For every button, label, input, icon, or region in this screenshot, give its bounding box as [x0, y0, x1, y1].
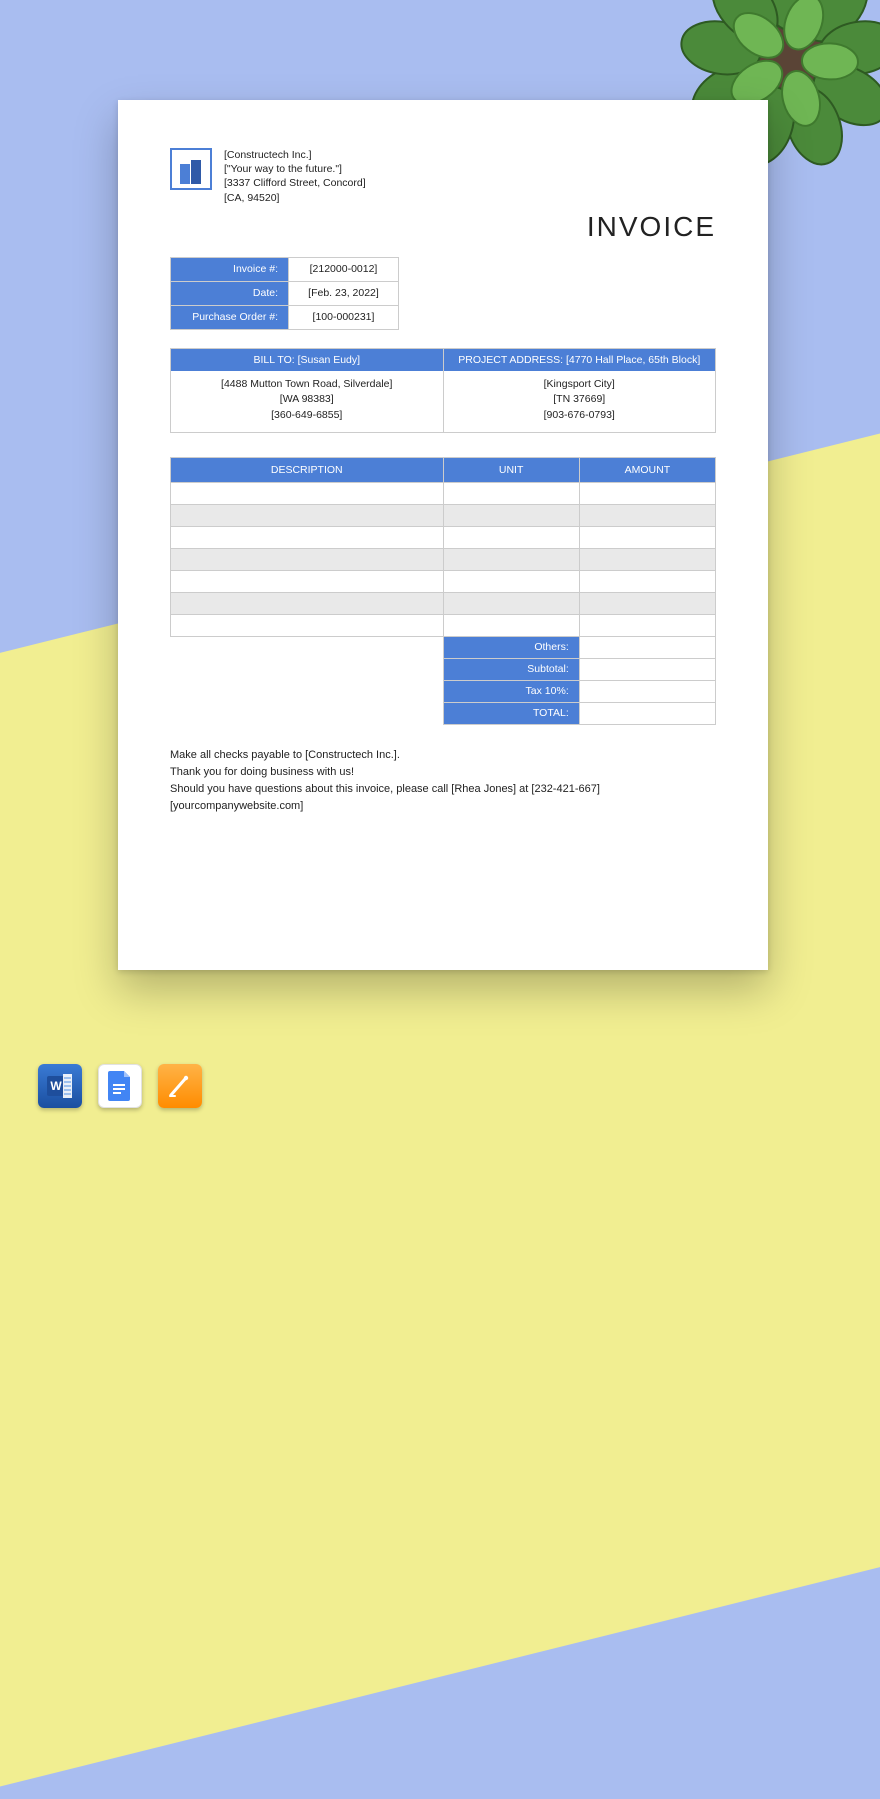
total-value: [579, 702, 715, 724]
project-header: PROJECT ADDRESS: [4770 Hall Place, 65th …: [444, 349, 716, 371]
company-street: [3337 Clifford Street, Concord]: [224, 176, 366, 190]
table-row: [171, 592, 716, 614]
po-value: [100-000231]: [289, 305, 399, 329]
footer-line2: Thank you for doing business with us!: [170, 764, 716, 781]
company-region: [CA, 94520]: [224, 191, 366, 205]
totals-row: Tax 10%:: [171, 680, 716, 702]
totals-row: Others:: [171, 636, 716, 658]
footer-line1: Make all checks payable to [Constructech…: [170, 747, 716, 764]
footer-line3: Should you have questions about this inv…: [170, 781, 716, 798]
footer-line4: [yourcompanywebsite.com]: [170, 798, 716, 815]
company-tagline: ["Your way to the future."]: [224, 162, 366, 176]
invoice-number-value: [212000-0012]: [289, 257, 399, 281]
table-row: [171, 504, 716, 526]
google-docs-icon[interactable]: [98, 1064, 142, 1108]
tax-label: Tax 10%:: [443, 680, 579, 702]
tax-value: [579, 680, 715, 702]
bill-to-block: BILL TO: [Susan Eudy] [4488 Mutton Town …: [171, 349, 444, 432]
others-label: Others:: [443, 636, 579, 658]
items-table: DESCRIPTION UNIT AMOUNT Others: Subtotal…: [170, 457, 716, 725]
company-name: [Constructech Inc.]: [224, 148, 366, 162]
col-description: DESCRIPTION: [171, 457, 444, 482]
subtotal-label: Subtotal:: [443, 658, 579, 680]
totals-row: Subtotal:: [171, 658, 716, 680]
invoice-sheet: [Constructech Inc.] ["Your way to the fu…: [118, 100, 768, 970]
table-row: [171, 482, 716, 504]
date-value: [Feb. 23, 2022]: [289, 281, 399, 305]
items-header-row: DESCRIPTION UNIT AMOUNT: [171, 457, 716, 482]
table-row: [171, 614, 716, 636]
company-header: [Constructech Inc.] ["Your way to the fu…: [170, 148, 716, 205]
company-info: [Constructech Inc.] ["Your way to the fu…: [224, 148, 366, 205]
totals-row: TOTAL:: [171, 702, 716, 724]
subtotal-value: [579, 658, 715, 680]
table-row: [171, 570, 716, 592]
meta-table: Invoice #: [212000-0012] Date: [Feb. 23,…: [170, 257, 399, 330]
others-value: [579, 636, 715, 658]
po-label: Purchase Order #:: [171, 305, 289, 329]
date-label: Date:: [171, 281, 289, 305]
col-amount: AMOUNT: [579, 457, 715, 482]
bill-to-header: BILL TO: [Susan Eudy]: [171, 349, 443, 371]
bill-to-line3: [360-649-6855]: [177, 408, 437, 424]
address-block: BILL TO: [Susan Eudy] [4488 Mutton Town …: [170, 348, 716, 433]
app-icons-row: W: [38, 1064, 202, 1108]
bill-to-line2: [WA 98383]: [177, 392, 437, 408]
apple-pages-icon[interactable]: [158, 1064, 202, 1108]
company-logo-icon: [170, 148, 212, 190]
word-icon[interactable]: W: [38, 1064, 82, 1108]
svg-text:W: W: [50, 1079, 62, 1093]
project-line1: [Kingsport City]: [450, 377, 710, 393]
col-unit: UNIT: [443, 457, 579, 482]
total-label: TOTAL:: [443, 702, 579, 724]
bill-to-line1: [4488 Mutton Town Road, Silverdale]: [177, 377, 437, 393]
invoice-title: INVOICE: [170, 211, 716, 243]
project-line2: [TN 37669]: [450, 392, 710, 408]
project-address-block: PROJECT ADDRESS: [4770 Hall Place, 65th …: [444, 349, 716, 432]
footer-text: Make all checks payable to [Constructech…: [170, 747, 716, 815]
invoice-number-label: Invoice #:: [171, 257, 289, 281]
project-line3: [903-676-0793]: [450, 408, 710, 424]
table-row: [171, 548, 716, 570]
table-row: [171, 526, 716, 548]
